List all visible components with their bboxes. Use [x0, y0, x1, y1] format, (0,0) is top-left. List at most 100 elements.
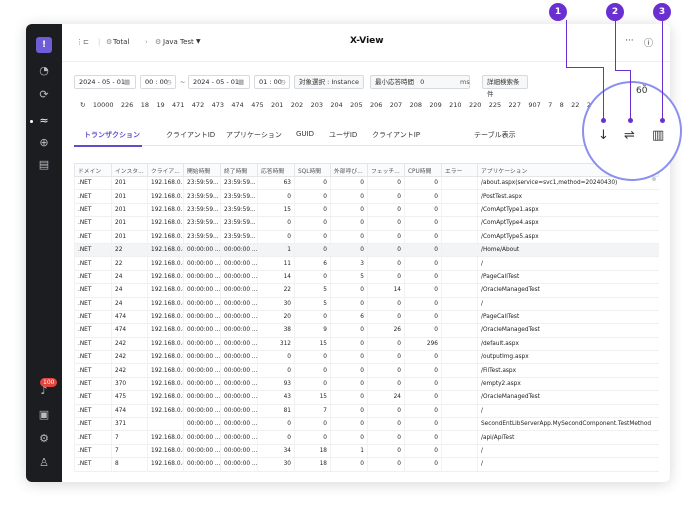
table-row[interactable]: .NET 7 192.168.0.8 00:00:00 ... 00:00:00 ...…	[74, 444, 659, 459]
count-item[interactable]: 226	[121, 101, 133, 109]
calendar-icon[interactable]: ▦	[124, 75, 130, 89]
tab-client-id[interactable]: クライアントID	[166, 130, 215, 140]
count-item[interactable]: 207	[390, 101, 402, 109]
col-header[interactable]: CPU時間	[404, 163, 442, 177]
count-item[interactable]: 471	[172, 101, 184, 109]
count-item[interactable]: 10000	[93, 101, 114, 109]
table-cell: 00:00:00 ...	[220, 243, 258, 258]
table-row[interactable]: .NET201192.168.0....23:59:59...23:59:59.…	[74, 216, 659, 231]
xview-icon[interactable]: ≈	[35, 112, 53, 130]
dashboard-icon[interactable]: ◔	[35, 62, 53, 80]
table-row[interactable]: .NET201192.168.0....23:59:59...23:59:59.…	[74, 203, 659, 218]
table-row[interactable]: .NET 7 192.168.0.8 00:00:00 ... 00:00:00 ...…	[74, 430, 659, 445]
col-header[interactable]: 終了時間	[220, 163, 258, 177]
table-row[interactable]: .NET 242 192.168.0.8 00:00:00 ... 00:00:00 .…	[74, 363, 659, 378]
count-item[interactable]: 227	[509, 101, 521, 109]
count-item[interactable]: 209	[429, 101, 441, 109]
message-icon[interactable]: ▣	[35, 406, 53, 424]
breadcrumb-total[interactable]: Total	[113, 38, 129, 46]
target-select[interactable]: 対象選択 : Instance	[294, 75, 364, 89]
count-item[interactable]: 18	[141, 101, 149, 109]
count-item[interactable]: 206	[370, 101, 382, 109]
table-row[interactable]: .NET 24 192.168.0.8 00:00:00 ... 00:00:00 ..…	[74, 283, 659, 298]
col-header[interactable]: ドメイン	[74, 163, 112, 177]
table-row[interactable]: .NET 8 192.168.0.8 00:00:00 ... 00:00:00 ...…	[74, 457, 659, 472]
col-header[interactable]: 開始時間	[183, 163, 221, 177]
col-header[interactable]: 外部呼び...	[330, 163, 368, 177]
tab-client-ip[interactable]: クライアントIP	[372, 130, 420, 140]
count-item[interactable]: 7	[548, 101, 552, 109]
table-cell	[441, 230, 478, 244]
col-header[interactable]: インスタ...	[111, 163, 148, 177]
count-item[interactable]: 208	[410, 101, 422, 109]
count-item[interactable]: 204	[330, 101, 342, 109]
table-row[interactable]: .NET 474 192.168.0.8 00:00:00 ... 00:00:00 .…	[74, 404, 659, 419]
table-row[interactable]: .NET 242 192.168.0.8 00:00:00 ... 00:00:00 .…	[74, 337, 659, 352]
count-item[interactable]: 210	[449, 101, 461, 109]
table-row[interactable]: .NET 475 192.168.0.8 00:00:00 ... 00:00:00 .…	[74, 390, 659, 405]
table-row[interactable]: .NET 22 192.168.0.8 00:00:00 ... 00:00:00 ..…	[74, 256, 659, 271]
table-row[interactable]: .NET201192.168.0....23:59:59...23:59:59.…	[74, 230, 659, 244]
report-icon[interactable]: ▤	[35, 156, 53, 174]
table-row[interactable]: .NET 242 192.168.0.8 00:00:00 ... 00:00:00 .…	[74, 350, 659, 365]
count-item[interactable]: 19	[156, 101, 164, 109]
col-header[interactable]: エラー	[441, 163, 478, 177]
table-row[interactable]: .NET 474 192.168.0.8 00:00:00 ... 00:00:00 .…	[74, 310, 659, 325]
globe-icon[interactable]: ⊕	[35, 134, 53, 152]
col-header[interactable]: フェッチ...	[367, 163, 405, 177]
table-row[interactable]: .NET 24 192.168.0.8 00:00:00 ... 00:00:00 ..…	[74, 297, 659, 311]
col-header[interactable]: 応答時間	[257, 163, 295, 177]
count-item[interactable]: 473	[212, 101, 224, 109]
refresh-icon[interactable]: ↻	[80, 101, 85, 109]
table-row[interactable]: .NET 474 192.168.0.8 00:00:00 ... 00:00:00 .…	[74, 323, 659, 338]
count-item[interactable]: 472	[192, 101, 204, 109]
table-row[interactable]: .NET 371 00:00:00 ... 00:00:00 ... 0 0 0 0 0 Seco…	[74, 417, 659, 432]
filter-settings-icon[interactable]: ⇌	[624, 129, 635, 143]
caret-down-icon[interactable]: ▼	[196, 38, 201, 45]
count-item[interactable]: 907	[528, 101, 540, 109]
tab-application[interactable]: アプリケーション	[226, 130, 282, 140]
tab-guid[interactable]: GUID	[296, 130, 314, 138]
table-cell: 00:00:00 ...	[183, 337, 221, 352]
table-cell: 00:00:00 ...	[183, 350, 221, 365]
count-item[interactable]: 202	[291, 101, 303, 109]
clock-icon-2[interactable]: ◷	[280, 75, 286, 89]
calendar-icon-2[interactable]: ▦	[238, 75, 244, 89]
table-view-toggle[interactable]: テーブル表示	[474, 130, 516, 140]
tab-user-id[interactable]: ユーザID	[329, 130, 357, 140]
col-header[interactable]: SQL時間	[294, 163, 331, 177]
table-row[interactable]: .NET 24 192.168.0.8 00:00:00 ... 00:00:00 ..…	[74, 270, 659, 285]
count-item[interactable]: 22	[571, 101, 579, 109]
table-row[interactable]: .NET201192.168.0....23:59:59...23:59:59.…	[74, 189, 659, 204]
table-row[interactable]: .NET 370 192.168.0.8 00:00:00 ... 00:00:00 .…	[74, 377, 659, 392]
count-item[interactable]: 203	[311, 101, 323, 109]
tree-icon[interactable]: ⋮⊏	[76, 38, 89, 46]
min-response-field[interactable]: 最小応答時間 0	[370, 75, 470, 89]
table-row[interactable]: .NET201192.168.0....23:59:59...23:59:59.…	[74, 176, 659, 191]
user-icon[interactable]: ♙	[35, 454, 53, 472]
more-icon[interactable]: ···	[625, 36, 634, 46]
bell-icon[interactable]: ♪	[35, 382, 53, 400]
breadcrumb-java-test[interactable]: Java Test	[163, 38, 194, 46]
count-item[interactable]: 201	[271, 101, 283, 109]
clock-icon[interactable]: ◷	[166, 75, 172, 89]
download-icon[interactable]: ↓	[598, 129, 609, 143]
count-item[interactable]: 205	[350, 101, 362, 109]
logo[interactable]: !	[36, 37, 52, 53]
count-item[interactable]: 220	[469, 101, 481, 109]
table-cell: 5	[294, 297, 331, 311]
count-item[interactable]: 8	[560, 101, 564, 109]
scrollbar-thumb[interactable]	[652, 177, 656, 181]
settings-icon[interactable]: ⚙	[35, 430, 53, 448]
col-header[interactable]: クライア...	[147, 163, 184, 177]
count-item[interactable]: 475	[251, 101, 263, 109]
table-row[interactable]: .NET 22 192.168.0.8 00:00:00 ... 00:00:00 ..…	[74, 243, 659, 258]
detail-search-button[interactable]: 詳細検索条件	[482, 75, 528, 98]
count-item[interactable]: 474	[231, 101, 243, 109]
tab-transaction[interactable]: トランザクション	[84, 130, 140, 140]
help-icon[interactable]: ⓘ	[644, 36, 653, 49]
count-item[interactable]: 225	[489, 101, 501, 109]
analysis-icon[interactable]: ⟳	[35, 86, 53, 104]
column-settings-icon[interactable]: ▥	[652, 129, 664, 143]
table-cell: 1	[330, 444, 368, 459]
